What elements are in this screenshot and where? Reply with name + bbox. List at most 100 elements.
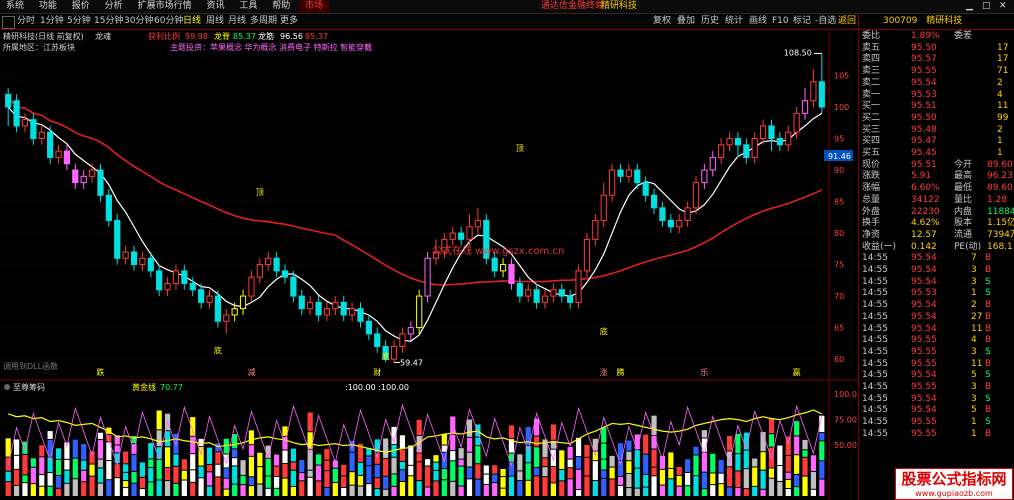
history-button[interactable]: 历史	[701, 14, 719, 29]
chip-segment	[626, 440, 632, 451]
stat-value-2: 89.60	[987, 183, 1013, 194]
tab-1min[interactable]: 1分钟	[40, 14, 64, 29]
chip-segment	[64, 459, 70, 470]
candle	[609, 163, 616, 202]
chip-segment	[760, 470, 766, 489]
candle-body	[609, 169, 616, 196]
chip-bar	[5, 438, 11, 496]
chip-segment	[148, 459, 154, 468]
tab-fenshi[interactable]: 分时	[17, 14, 35, 29]
candle-body	[701, 169, 708, 184]
chip-segment	[450, 481, 456, 496]
tick-volume: 7	[971, 253, 977, 264]
tab-15min[interactable]: 15分钟	[94, 14, 123, 29]
bid-price: 95.50	[911, 112, 937, 123]
candle	[30, 113, 37, 145]
candle-body	[323, 308, 331, 316]
draw-line-button[interactable]: 画线	[749, 14, 767, 29]
chip-segment	[198, 466, 204, 478]
toolbar-menu-icon[interactable]	[2, 16, 15, 29]
bid-price: 95.51	[911, 101, 937, 112]
tab-60min[interactable]: 60分钟	[154, 14, 183, 29]
chip-segment	[626, 461, 632, 474]
candle	[265, 251, 272, 271]
candle-body	[743, 144, 750, 158]
menu-tools[interactable]: 工具	[233, 0, 263, 13]
candle-body	[273, 257, 280, 272]
menu-system[interactable]: 系统	[0, 0, 30, 13]
menu-news[interactable]: 资讯	[200, 0, 230, 13]
menu-market[interactable]: 市场	[299, 0, 330, 13]
menu-analysis[interactable]: 分析	[99, 0, 129, 13]
candle	[709, 151, 716, 177]
top-mark: 顶	[256, 188, 264, 197]
tab-weekly[interactable]: 周线	[206, 14, 224, 29]
candle-body	[374, 333, 381, 347]
mark-button[interactable]: 标记	[793, 14, 811, 29]
tab-more[interactable]: 更多	[280, 14, 298, 29]
stat2-label-2: 股本	[954, 218, 973, 229]
tick-volume: 4	[971, 335, 977, 346]
overlay-button[interactable]: 叠加	[677, 14, 695, 29]
candle	[172, 264, 180, 290]
chip-segment	[215, 464, 221, 477]
tab-5min[interactable]: 5分钟	[67, 14, 91, 29]
tab-multi-period[interactable]: 多周期	[250, 14, 277, 29]
chip-segment	[181, 459, 187, 470]
restore-right-button[interactable]: 复权	[653, 14, 671, 29]
chip-segment	[760, 452, 766, 470]
menu-help[interactable]: 帮助	[266, 0, 296, 13]
chip-segment	[802, 450, 808, 457]
chip-segment	[290, 470, 296, 486]
candle	[223, 308, 230, 334]
tick-volume: 3	[971, 393, 977, 404]
chip-segment	[433, 481, 439, 496]
ask-row: 卖五 95.50 17	[859, 43, 1014, 54]
chip-segment	[643, 474, 649, 487]
menu-extended-market[interactable]: 扩展市场行情	[132, 0, 198, 13]
chip-bar	[810, 455, 817, 496]
statistics-button[interactable]: 统计	[725, 14, 743, 29]
chip-segment	[542, 477, 548, 496]
back-button[interactable]: 返回	[838, 14, 856, 29]
candle	[776, 132, 783, 152]
candle	[248, 270, 255, 303]
tab-30min[interactable]: 30分钟	[124, 14, 153, 29]
tick-time: 14:55	[862, 370, 888, 381]
region-label: 所属地区：江苏板块	[3, 42, 75, 52]
candle	[667, 214, 674, 234]
chip-segment	[794, 474, 800, 487]
tab-daily[interactable]: 日线	[183, 14, 201, 29]
max-price-label: 108.50	[784, 48, 812, 57]
bid-row: 买二 95.50 99	[859, 113, 1014, 124]
main-chart[interactable]: 60 65 70 75 80 85 90 95 100 105 100.0 75.00 50.00 1…	[0, 30, 858, 500]
chip-segment	[131, 471, 137, 483]
longji-label: 龙脊	[214, 31, 230, 41]
chip-segment	[190, 470, 196, 482]
chip-segment	[39, 475, 45, 486]
window-close-icon[interactable]: ✕	[993, 0, 1013, 13]
chip-bar	[366, 447, 372, 496]
chip-segment	[399, 481, 406, 496]
menu-function[interactable]: 功能	[33, 0, 63, 13]
candle	[701, 163, 708, 189]
chip-segment	[567, 459, 573, 468]
chip-segment	[383, 459, 389, 476]
tick-volume: 3	[971, 346, 977, 357]
tab-monthly[interactable]: 月线	[228, 14, 246, 29]
bid-price: 95.47	[911, 136, 937, 147]
chip-segment	[22, 483, 28, 496]
top-mark: 顶	[516, 144, 524, 153]
add-favorite-button[interactable]: -自选	[815, 14, 836, 29]
chip-bar	[315, 454, 322, 496]
f10-button[interactable]: F10	[772, 14, 789, 29]
candle	[105, 188, 112, 227]
chip-segment	[752, 486, 758, 496]
candle	[365, 314, 372, 341]
chip-bar	[617, 443, 624, 496]
bottom-mark: 底	[600, 326, 608, 336]
candle	[307, 296, 314, 315]
price-axis: 60 65 70 75 80 85 90 95 100 105	[834, 72, 849, 365]
menu-quote[interactable]: 报价	[66, 0, 96, 13]
chip-segment	[131, 483, 137, 496]
